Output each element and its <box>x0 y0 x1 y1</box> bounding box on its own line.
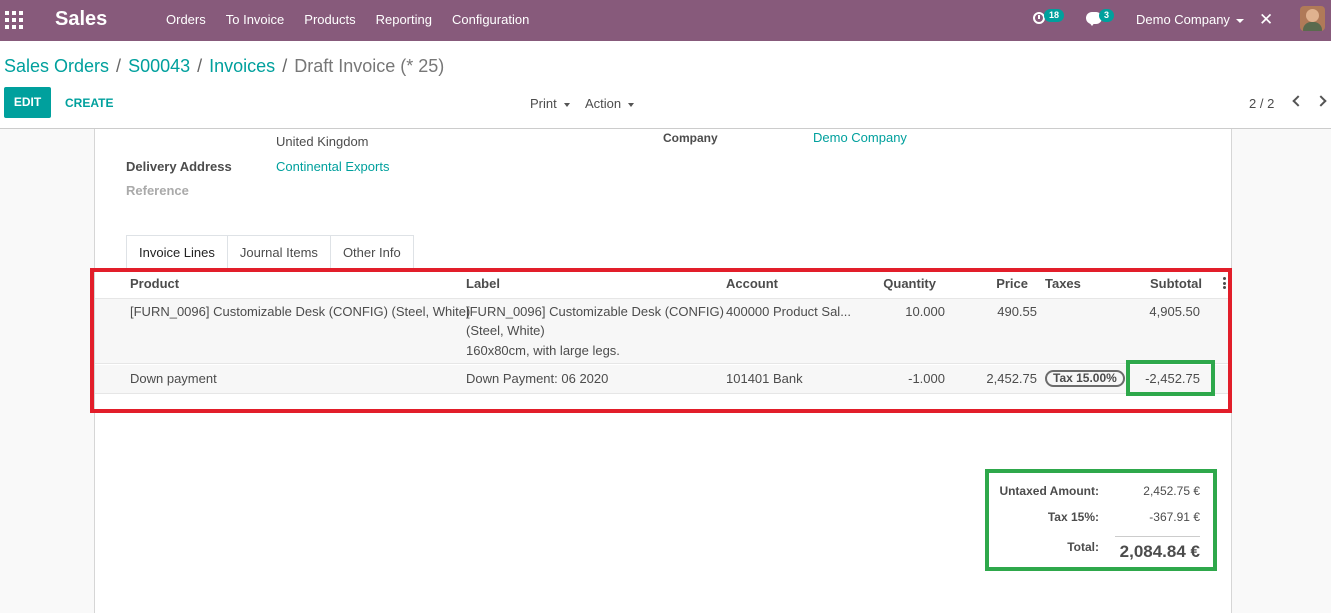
messages-count-badge: 3 <box>1099 9 1115 22</box>
create-button[interactable]: CREATE <box>65 96 113 110</box>
column-subtotal[interactable]: Subtotal <box>1120 276 1202 291</box>
row1-product: [FURN_0096] Customizable Desk (CONFIG) (… <box>130 304 471 319</box>
row1-quantity: 10.000 <box>905 304 945 319</box>
edit-button[interactable]: EDIT <box>4 87 51 118</box>
menu-orders[interactable]: Orders <box>166 12 206 27</box>
untaxed-amount-label: Untaxed Amount: <box>999 484 1099 498</box>
action-dropdown[interactable]: Action <box>585 96 635 111</box>
column-label[interactable]: Label <box>466 276 500 291</box>
delivery-address-label: Delivery Address <box>126 159 232 174</box>
breadcrumb: Sales Orders / S00043/Invoices / Draft Invoi… <box>4 56 445 76</box>
tab-journal-items[interactable]: Journal Items <box>226 235 331 269</box>
row2-price: 2,452.75 <box>986 371 1037 386</box>
company-switcher-label: Demo Company <box>1136 12 1230 27</box>
print-dropdown[interactable]: Print <box>530 96 570 111</box>
pager-next-chevron-icon[interactable] <box>1315 93 1329 109</box>
breadcrumb-order[interactable]: S00043 <box>128 56 190 76</box>
company-link[interactable]: Demo Company <box>813 130 907 145</box>
tab-other-info[interactable]: Other Info <box>329 235 414 269</box>
tab-invoice-lines[interactable]: Invoice Lines <box>126 235 228 269</box>
row1-subtotal: 4,905.50 <box>1149 304 1200 319</box>
action-dropdown-label: Action <box>585 96 622 111</box>
breadcrumb-sales-orders[interactable]: Sales Orders <box>4 56 109 76</box>
activity-count-badge: 18 <box>1044 9 1065 22</box>
company-switcher[interactable]: Demo Company <box>1136 12 1244 27</box>
menu-reporting[interactable]: Reporting <box>376 12 432 27</box>
top-navbar: Sales Orders To Invoice Products Reporti… <box>0 0 1331 41</box>
row1-label-line3: 160x80cm, with large legs. <box>466 343 620 358</box>
company-label: Company <box>663 131 718 145</box>
notebook-tabs: Invoice Lines Journal Items Other Info <box>126 235 414 269</box>
row1-label-line2: (Steel, White) <box>466 323 545 338</box>
menu-configuration[interactable]: Configuration <box>452 12 529 27</box>
tax-tag: Tax 15.00% <box>1045 370 1125 387</box>
main-menu: Orders To Invoice Products Reporting Con… <box>166 12 549 27</box>
row2-product: Down payment <box>130 371 217 386</box>
row1-price: 490.55 <box>997 304 1037 319</box>
menu-products[interactable]: Products <box>304 12 355 27</box>
column-taxes[interactable]: Taxes <box>1045 276 1081 291</box>
reference-label: Reference <box>126 183 189 198</box>
total-value: 2,084.84 € <box>1119 542 1200 561</box>
row1-account: 400000 Product Sal... <box>726 304 852 319</box>
caret-down-icon <box>563 102 570 107</box>
tax-label: Tax 15%: <box>1047 510 1099 524</box>
row2-subtotal: -2,452.75 <box>1145 371 1200 386</box>
totals-divider <box>1115 536 1200 537</box>
total-label: Total: <box>1067 540 1099 554</box>
apps-menu-icon[interactable] <box>5 11 23 29</box>
column-account[interactable]: Account <box>726 276 778 291</box>
untaxed-amount-value: 2,452.75 € <box>1143 484 1200 498</box>
pager-value: 2 / 2 <box>1249 96 1275 111</box>
column-quantity[interactable]: Quantity <box>860 276 936 291</box>
breadcrumb-current: Draft Invoice (* 25) <box>294 56 445 76</box>
menu-to-invoice[interactable]: To Invoice <box>226 12 285 27</box>
tax-value: -367.91 € <box>1149 510 1200 524</box>
caret-down-icon <box>628 102 635 107</box>
row2-label: Down Payment: 06 2020 <box>466 371 609 386</box>
debug-tools-icon[interactable]: ✕ <box>1259 11 1275 28</box>
delivery-address-link[interactable]: Continental Exports <box>276 159 389 174</box>
column-options-icon[interactable] <box>1223 277 1226 289</box>
row2-quantity: -1.000 <box>908 371 945 386</box>
app-name: Sales <box>55 8 108 30</box>
row2-account: 101401 Bank <box>726 371 803 386</box>
column-price[interactable]: Price <box>960 276 1028 291</box>
row1-label-line1: [FURN_0096] Customizable Desk (CONFIG) <box>466 304 724 319</box>
pager-previous-chevron-icon[interactable] <box>1290 93 1304 109</box>
user-avatar[interactable] <box>1300 6 1325 31</box>
column-product[interactable]: Product <box>130 276 179 291</box>
address-country: United Kingdom <box>276 134 369 149</box>
control-panel: Sales Orders / S00043/Invoices / Draft Invoi… <box>0 41 1331 129</box>
caret-down-icon <box>1235 18 1244 23</box>
breadcrumb-invoices[interactable]: Invoices <box>209 56 275 76</box>
print-dropdown-label: Print <box>530 96 557 111</box>
